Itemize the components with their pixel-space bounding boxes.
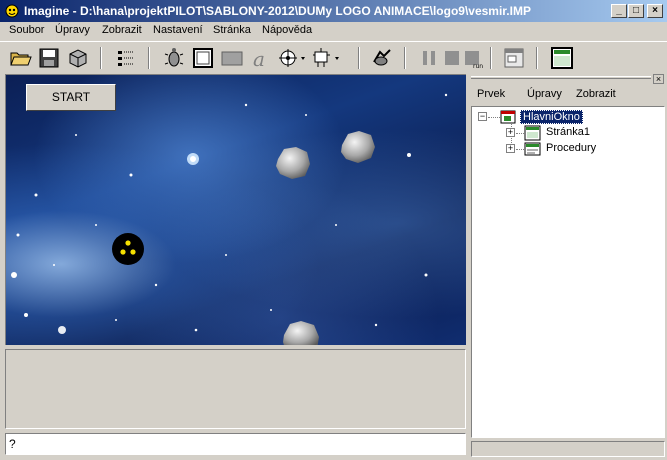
element-tree[interactable]: − HlavniOkno + Stránka1 + Procedury — [471, 106, 665, 438]
toolbar-separator — [536, 47, 538, 69]
procedures-icon — [524, 142, 541, 156]
turtle-icon[interactable] — [162, 46, 186, 70]
pane-close-button[interactable]: × — [653, 74, 664, 84]
run-icon[interactable]: run — [462, 46, 486, 70]
tree-expander[interactable]: + — [506, 144, 515, 153]
menu-napoveda[interactable]: Nápověda — [262, 24, 312, 36]
svg-text:run: run — [473, 63, 483, 70]
package-icon[interactable] — [66, 46, 90, 70]
tree-expander[interactable]: + — [506, 128, 515, 137]
pane-menu-upravy[interactable]: Úpravy — [527, 88, 562, 100]
clip-icon[interactable] — [276, 46, 306, 70]
spaceship-sprite[interactable] — [111, 232, 145, 266]
toolbar-separator — [404, 47, 406, 69]
page-active-icon[interactable] — [550, 46, 574, 70]
svg-text:a: a — [253, 47, 265, 70]
pane-grip[interactable] — [471, 76, 651, 79]
close-button[interactable]: × — [647, 4, 663, 18]
pane-menu-prvek[interactable]: Prvek — [477, 88, 505, 100]
tree-node-page[interactable]: + Stránka1 — [502, 125, 662, 141]
pane-menu-zobrazit[interactable]: Zobrazit — [576, 88, 616, 100]
toolbar-separator — [358, 47, 360, 69]
output-panel[interactable] — [5, 349, 466, 429]
pane-status-bar — [471, 441, 665, 457]
tree-line — [516, 149, 524, 150]
page-icon[interactable] — [502, 46, 526, 70]
page-icon — [524, 125, 541, 141]
asteroid-sprite[interactable] — [274, 145, 312, 181]
menu-bar: Soubor Úpravy Zobrazit Nastavení Stránka… — [0, 22, 667, 41]
tree-label-procedures[interactable]: Procedury — [546, 142, 596, 154]
page-canvas[interactable]: START — [5, 74, 466, 345]
tree-node-procedures[interactable]: + Procedury — [502, 141, 662, 157]
grid-icon[interactable] — [114, 46, 138, 70]
turtle-run-icon[interactable] — [370, 46, 394, 70]
element-browser-pane: × Prvek Úpravy Zobrazit − HlavniOkno + S… — [469, 74, 667, 460]
tree-line — [488, 117, 500, 118]
menu-soubor[interactable]: Soubor — [9, 24, 44, 36]
maximize-button[interactable]: □ — [628, 4, 644, 18]
starfield-background — [11, 93, 448, 334]
toolbar-separator — [100, 47, 102, 69]
menu-zobrazit[interactable]: Zobrazit — [102, 24, 142, 36]
robot-icon[interactable] — [310, 46, 340, 70]
menu-upravy[interactable]: Úpravy — [55, 24, 90, 36]
pane-menu-bar: Prvek Úpravy Zobrazit — [469, 86, 667, 104]
tree-label-root[interactable]: HlavniOkno — [520, 110, 583, 124]
rectangle-icon[interactable] — [220, 46, 244, 70]
save-icon[interactable] — [37, 46, 61, 70]
toolbar-separator — [148, 47, 150, 69]
asteroid-sprite[interactable] — [339, 129, 377, 165]
menu-nastaveni[interactable]: Nastavení — [153, 24, 203, 36]
toolbar: a run — [0, 41, 667, 73]
minimize-button[interactable]: _ — [611, 4, 627, 18]
start-button[interactable]: START — [26, 84, 116, 111]
tree-line — [516, 133, 524, 134]
window-title: Imagine - D:\hana\projektPILOT\SABLONY-2… — [24, 4, 531, 18]
main-window-icon — [500, 110, 516, 124]
stop-icon[interactable] — [440, 46, 464, 70]
command-line-input[interactable]: ? — [5, 433, 466, 455]
command-prompt: ? — [9, 437, 16, 451]
tree-expander[interactable]: − — [478, 112, 487, 121]
tree-node-root[interactable]: − HlavniOkno — [478, 109, 658, 125]
pause-icon[interactable] — [418, 46, 442, 70]
open-folder-icon[interactable] — [8, 46, 32, 70]
imagine-app-icon — [5, 4, 19, 18]
imagine-window: Imagine - D:\hana\projektPILOT\SABLONY-2… — [0, 0, 667, 460]
text-a-icon[interactable]: a — [249, 46, 273, 71]
title-bar[interactable]: Imagine - D:\hana\projektPILOT\SABLONY-2… — [0, 0, 667, 22]
tree-label-page[interactable]: Stránka1 — [546, 126, 590, 138]
asteroid-sprite[interactable] — [281, 319, 321, 345]
window-icon[interactable] — [191, 46, 215, 70]
toolbar-separator — [490, 47, 492, 69]
menu-stranka[interactable]: Stránka — [213, 24, 251, 36]
